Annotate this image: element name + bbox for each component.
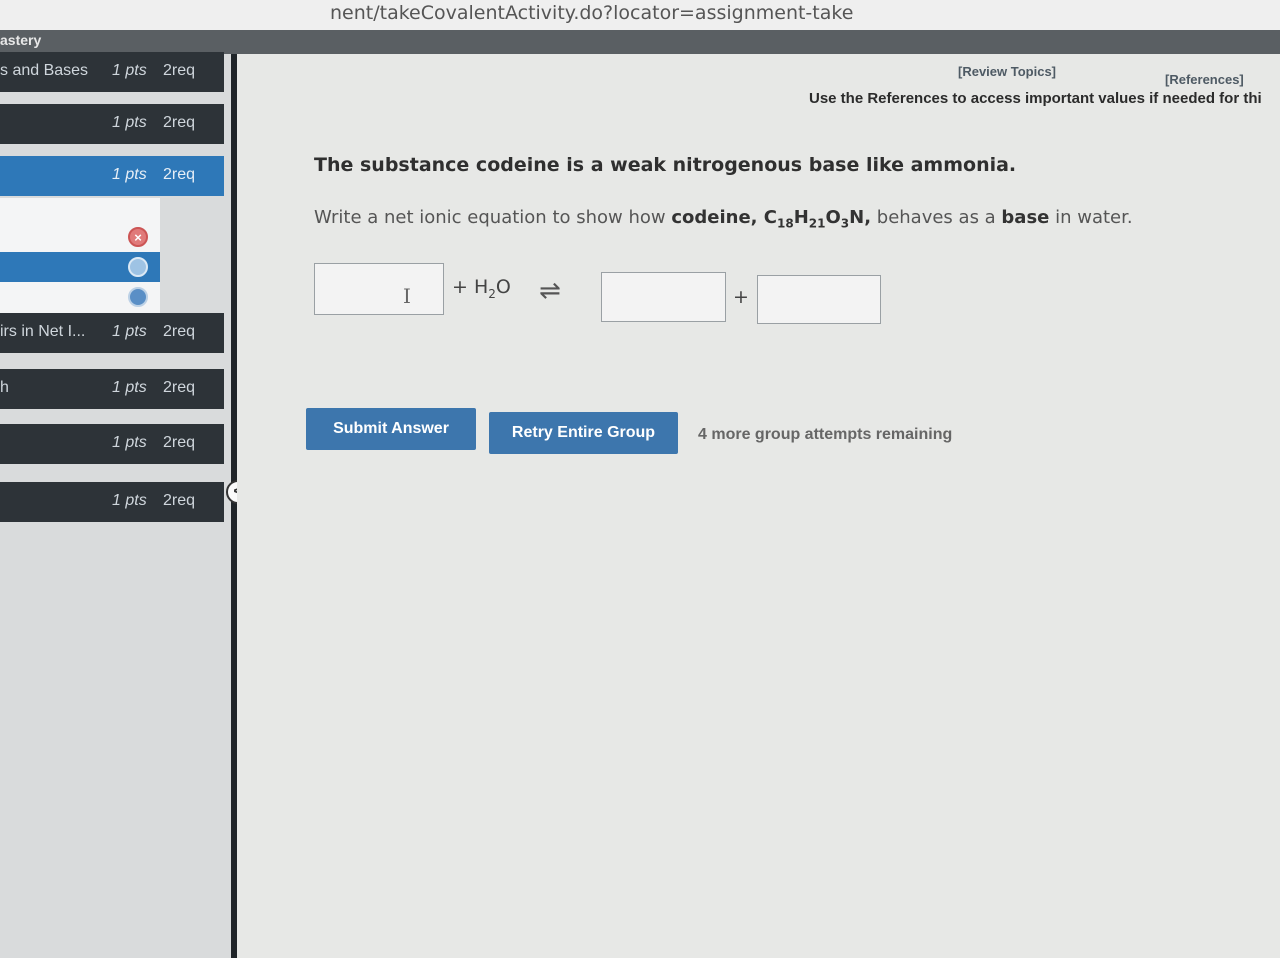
sidebar-item[interactable]: 1 pts 2req — [0, 482, 224, 522]
sidebar-item-points: 1 pts — [112, 492, 147, 509]
part-row[interactable]: × — [0, 222, 160, 252]
sidebar-item-name: h — [0, 379, 9, 396]
assignment-title: astery — [0, 32, 42, 48]
text-cursor-icon: I — [403, 284, 411, 308]
compound-text: H — [793, 207, 809, 228]
part-row[interactable] — [0, 282, 160, 312]
sidebar-item-requirement: 2req — [163, 323, 196, 340]
incorrect-status-icon: × — [128, 227, 148, 247]
question-prompt: Write a net ionic equation to show how c… — [314, 207, 1133, 231]
references-link[interactable]: [References] — [1165, 72, 1244, 87]
sidebar-item-active[interactable]: 1 pts 2req — [0, 156, 224, 196]
water-prefix: + H — [452, 276, 489, 298]
water-subscript: 2 — [488, 286, 496, 301]
sidebar-item[interactable]: s and Bases 1 pts 2req — [0, 52, 224, 92]
sidebar-item-points: 1 pts — [112, 323, 147, 340]
sidebar-item-name: irs in Net I... — [0, 323, 86, 340]
water-oxygen: O — [495, 276, 511, 298]
prompt-compound: codeine, C18H21O3N, — [671, 207, 872, 231]
browser-url-bar[interactable]: nent/takeCovalentActivity.do?locator=ass… — [0, 0, 1280, 30]
answered-status-icon — [128, 287, 148, 307]
references-note: Use the References to access important v… — [809, 90, 1262, 107]
sidebar-item-points: 1 pts — [112, 434, 147, 451]
sidebar-item-requirement: 2req — [163, 62, 196, 79]
plus-sign: + — [733, 286, 749, 308]
question-panel: [Review Topics] [References] Use the Ref… — [237, 54, 1280, 958]
subscript: 3 — [840, 216, 850, 231]
equilibrium-arrow-icon: ⇌ — [539, 276, 561, 306]
sidebar-item-points: 1 pts — [112, 114, 147, 131]
prompt-base: base — [1001, 207, 1050, 228]
attempts-remaining: 4 more group attempts remaining — [698, 426, 953, 443]
sidebar-item-requirement: 2req — [163, 114, 196, 131]
prompt-start: Write a net ionic equation to show how — [314, 207, 672, 228]
product-input-2[interactable] — [757, 275, 881, 324]
sidebar-item-points: 1 pts — [112, 166, 147, 183]
sidebar-item-points: 1 pts — [112, 379, 147, 396]
unanswered-status-icon — [128, 257, 148, 277]
sidebar-item-requirement: 2req — [163, 492, 196, 509]
sidebar-item[interactable]: irs in Net I... 1 pts 2req — [0, 313, 224, 353]
sidebar-item-requirement: 2req — [163, 434, 196, 451]
subscript: 21 — [808, 216, 826, 231]
compound-text: N, — [849, 207, 872, 228]
sidebar-item[interactable]: 1 pts 2req — [0, 104, 224, 144]
assignment-header-strip: astery — [0, 30, 1280, 54]
prompt-end: in water. — [1049, 207, 1133, 228]
submit-answer-button[interactable]: Submit Answer — [306, 408, 476, 450]
url-text: nent/takeCovalentActivity.do?locator=ass… — [330, 2, 854, 24]
product-input-1[interactable] — [601, 272, 726, 322]
sidebar-item-name: s and Bases — [0, 62, 89, 79]
compound-text: codeine, C — [671, 207, 777, 228]
sidebar-item-points: 1 pts — [112, 62, 147, 79]
prompt-mid: behaves as a — [871, 207, 1002, 228]
sidebar-item[interactable]: h 1 pts 2req — [0, 369, 224, 409]
compound-text: O — [825, 207, 841, 228]
sidebar-item[interactable]: 1 pts 2req — [0, 424, 224, 464]
question-parts-list: × — [0, 198, 160, 313]
retry-entire-group-button[interactable]: Retry Entire Group — [489, 412, 678, 454]
sidebar-item-requirement: 2req — [163, 379, 196, 396]
review-topics-link[interactable]: [Review Topics] — [958, 64, 1056, 79]
part-row-current[interactable] — [0, 252, 160, 282]
question-statement: The substance codeine is a weak nitrogen… — [314, 154, 1017, 176]
subscript: 18 — [776, 216, 794, 231]
water-term: + H2O — [452, 276, 511, 301]
sidebar-item-requirement: 2req — [163, 166, 196, 183]
reactant-input[interactable]: I — [314, 263, 444, 315]
